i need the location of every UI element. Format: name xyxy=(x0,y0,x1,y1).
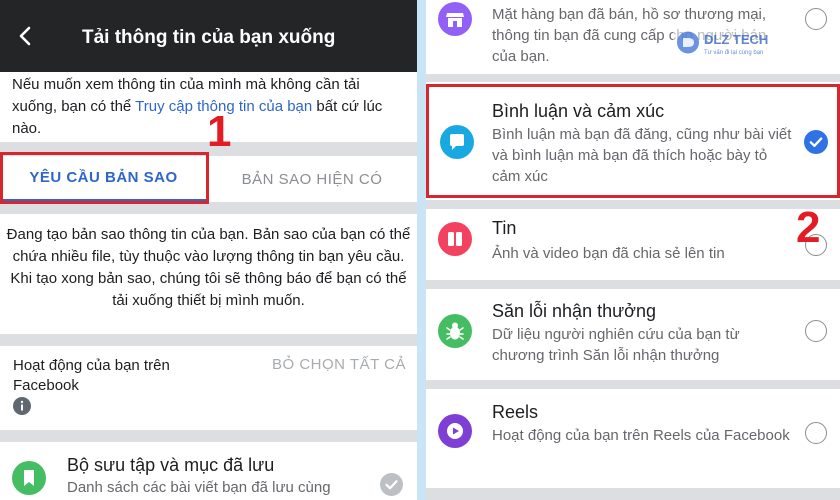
highlight-box-comments xyxy=(426,84,840,198)
checkbox-unchecked[interactable] xyxy=(805,320,827,342)
brand-logo-watermark: DLZ TECH Tư vấn đi lại cùng bạn xyxy=(673,27,800,58)
svg-text:Tư vấn đi lại cùng bạn: Tư vấn đi lại cùng bạn xyxy=(704,50,763,56)
svg-text:DLZ TECH: DLZ TECH xyxy=(704,32,768,47)
book-open-icon xyxy=(438,222,472,256)
row-separator xyxy=(426,380,840,389)
step-number-1: 1 xyxy=(207,107,232,156)
list-item-subtitle: Hoạt động của bạn trên Reels của Faceboo… xyxy=(492,427,790,444)
checkbox-unchecked[interactable] xyxy=(805,8,827,30)
list-item-title: Tin xyxy=(492,218,517,238)
row-separator xyxy=(426,74,840,82)
storefront-icon xyxy=(438,2,472,36)
section-separator xyxy=(0,334,417,346)
step-number-2: 2 xyxy=(796,203,821,252)
right-screenshot: Mặt hàng bạn đã bán, hồ sơ thương mại, t… xyxy=(426,0,840,500)
list-item-subtitle: Danh sách các bài viết bạn đã lưu cùng xyxy=(67,479,331,496)
row-separator xyxy=(426,200,840,209)
list-item-subtitle: Dữ liệu người nghiên cứu của bạn từ chươ… xyxy=(492,326,740,364)
bookmark-icon xyxy=(12,461,46,495)
check-circle-icon[interactable] xyxy=(380,473,403,496)
left-screenshot: Tải thông tin của bạn xuống Nếu muốn xem… xyxy=(0,0,417,500)
section-separator xyxy=(0,430,417,442)
list-item-title: Reels xyxy=(492,402,539,422)
page-title: Tải thông tin của bạn xuống xyxy=(82,27,336,48)
play-circle-icon xyxy=(438,414,472,448)
info-icon[interactable] xyxy=(13,397,31,415)
panel-divider xyxy=(417,0,426,500)
highlight-box-request-tab xyxy=(0,152,209,204)
tab-existing-copies[interactable]: BẢN SAO HIỆN CÓ xyxy=(207,156,417,202)
section-label: Hoạt động của bạn trên Facebook xyxy=(13,357,170,394)
checkbox-unchecked[interactable] xyxy=(805,422,827,444)
deselect-all-button[interactable]: BỎ CHỌN TẤT CẢ xyxy=(272,356,406,373)
chevron-left-icon[interactable] xyxy=(14,24,38,48)
row-separator xyxy=(426,488,840,500)
list-item-subtitle: Ảnh và video bạn đã chia sẻ lên tin xyxy=(492,245,725,262)
bug-icon xyxy=(438,314,472,348)
copy-description: Đang tạo bản sao thông tin của bạn. Bản … xyxy=(6,226,411,309)
top-bar: Tải thông tin của bạn xuống xyxy=(0,0,417,72)
list-item-title: Săn lỗi nhận thưởng xyxy=(492,301,656,321)
row-separator xyxy=(426,280,840,289)
list-item-title: Bộ sưu tập và mục đã lưu xyxy=(67,455,275,475)
